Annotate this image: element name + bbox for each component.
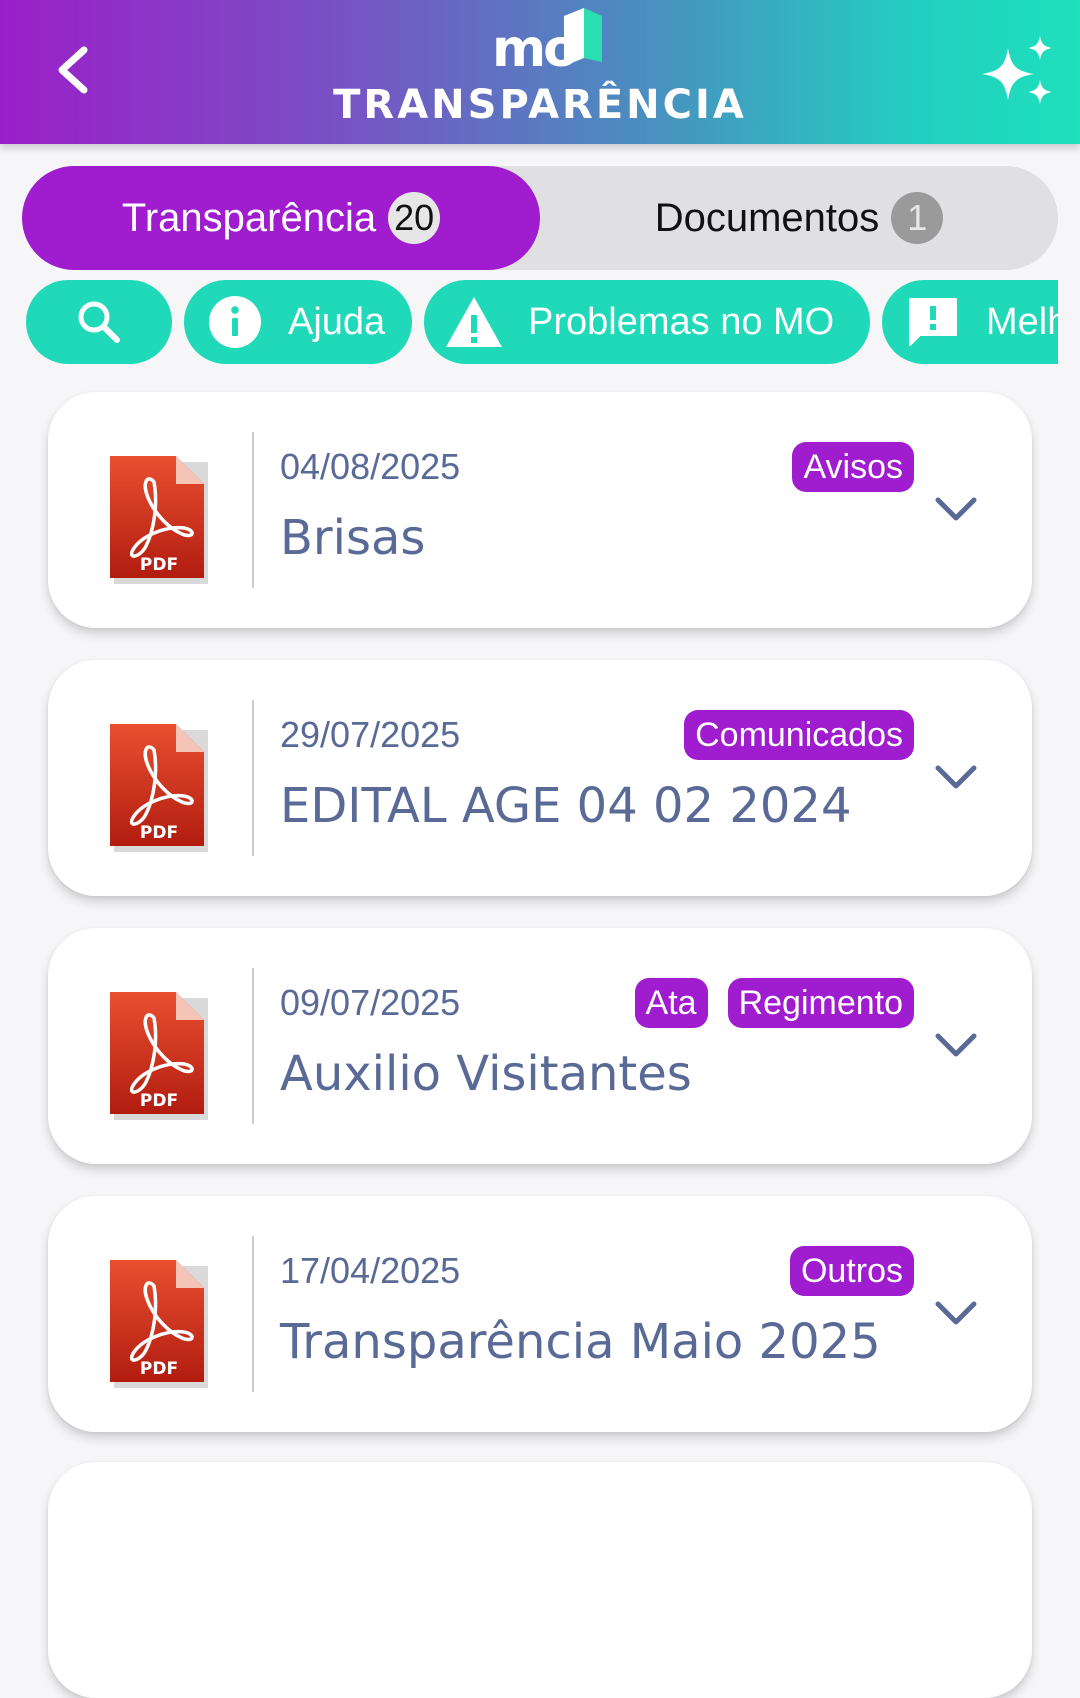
search-button[interactable] [26,280,172,364]
warning-icon [446,297,502,347]
action-chips: Ajuda Problemas no MO Melhorias [26,280,1058,366]
sparkles-icon[interactable] [976,34,1058,110]
pdf-file-icon [110,1260,208,1388]
divider [252,1236,254,1392]
tag-list: Ata Regimento [634,978,914,1028]
document-card[interactable]: 04/08/2025 Avisos Brisas [48,392,1032,628]
search-icon [78,301,120,343]
tab-bar: Transparência 20 Documentos 1 [22,166,1058,270]
chip-label: Ajuda [288,300,386,343]
count-badge: 1 [891,192,944,244]
tab-label: Transparência [121,195,377,240]
improvements-button[interactable]: Melhorias [882,280,1058,364]
tab-documentos[interactable]: Documentos 1 [540,166,1058,270]
category-tag: Regimento [727,978,914,1028]
chip-label: Problemas no MO [528,300,835,343]
category-tag: Ata [634,978,708,1028]
document-title: Transparência Maio 2025 [280,1314,881,1370]
count-badge: 20 [388,192,441,244]
document-title: Brisas [280,510,426,566]
document-title: EDITAL AGE 04 02 2024 [280,778,852,834]
document-card[interactable]: 09/07/2025 Ata Regimento Auxilio Visitan… [48,928,1032,1164]
tag-list: Avisos [792,442,914,492]
divider [252,968,254,1124]
tab-label: Documentos [654,195,880,240]
feedback-icon [909,298,957,346]
document-card[interactable]: 17/04/2025 Outros Transparência Maio 202… [48,1196,1032,1432]
document-date: 17/04/2025 [280,1250,461,1291]
chip-label: Melhorias [986,300,1058,343]
document-title: Auxilio Visitantes [280,1046,692,1102]
document-card[interactable]: 29/07/2025 Comunicados EDITAL AGE 04 02 … [48,660,1032,896]
tag-list: Comunicados [684,710,914,760]
divider [252,432,254,588]
svg-text:mo: mo [492,19,577,72]
app-header: mo TRANSPARÊNCIA [0,0,1080,144]
document-date: 09/07/2025 [280,982,461,1023]
info-icon [209,296,261,348]
tab-transparencia[interactable]: Transparência 20 [22,166,540,270]
page-title: TRANSPARÊNCIA [333,82,747,128]
document-date: 29/07/2025 [280,714,461,755]
pdf-file-icon [110,724,208,852]
category-tag: Comunicados [684,710,914,760]
document-card-partial[interactable] [48,1462,1032,1698]
tag-list: Outros [789,1246,914,1296]
app-logo: mo [492,8,602,72]
problems-button[interactable]: Problemas no MO [424,280,870,364]
document-date: 04/08/2025 [280,446,461,487]
chevron-down-icon[interactable] [932,490,980,530]
category-tag: Outros [789,1246,914,1296]
chevron-down-icon[interactable] [932,758,980,798]
pdf-file-icon [110,992,208,1120]
pdf-file-icon [110,456,208,584]
help-button[interactable]: Ajuda [184,280,412,364]
chevron-down-icon[interactable] [932,1294,980,1334]
category-tag: Avisos [792,442,914,492]
divider [252,700,254,856]
chevron-down-icon[interactable] [932,1026,980,1066]
